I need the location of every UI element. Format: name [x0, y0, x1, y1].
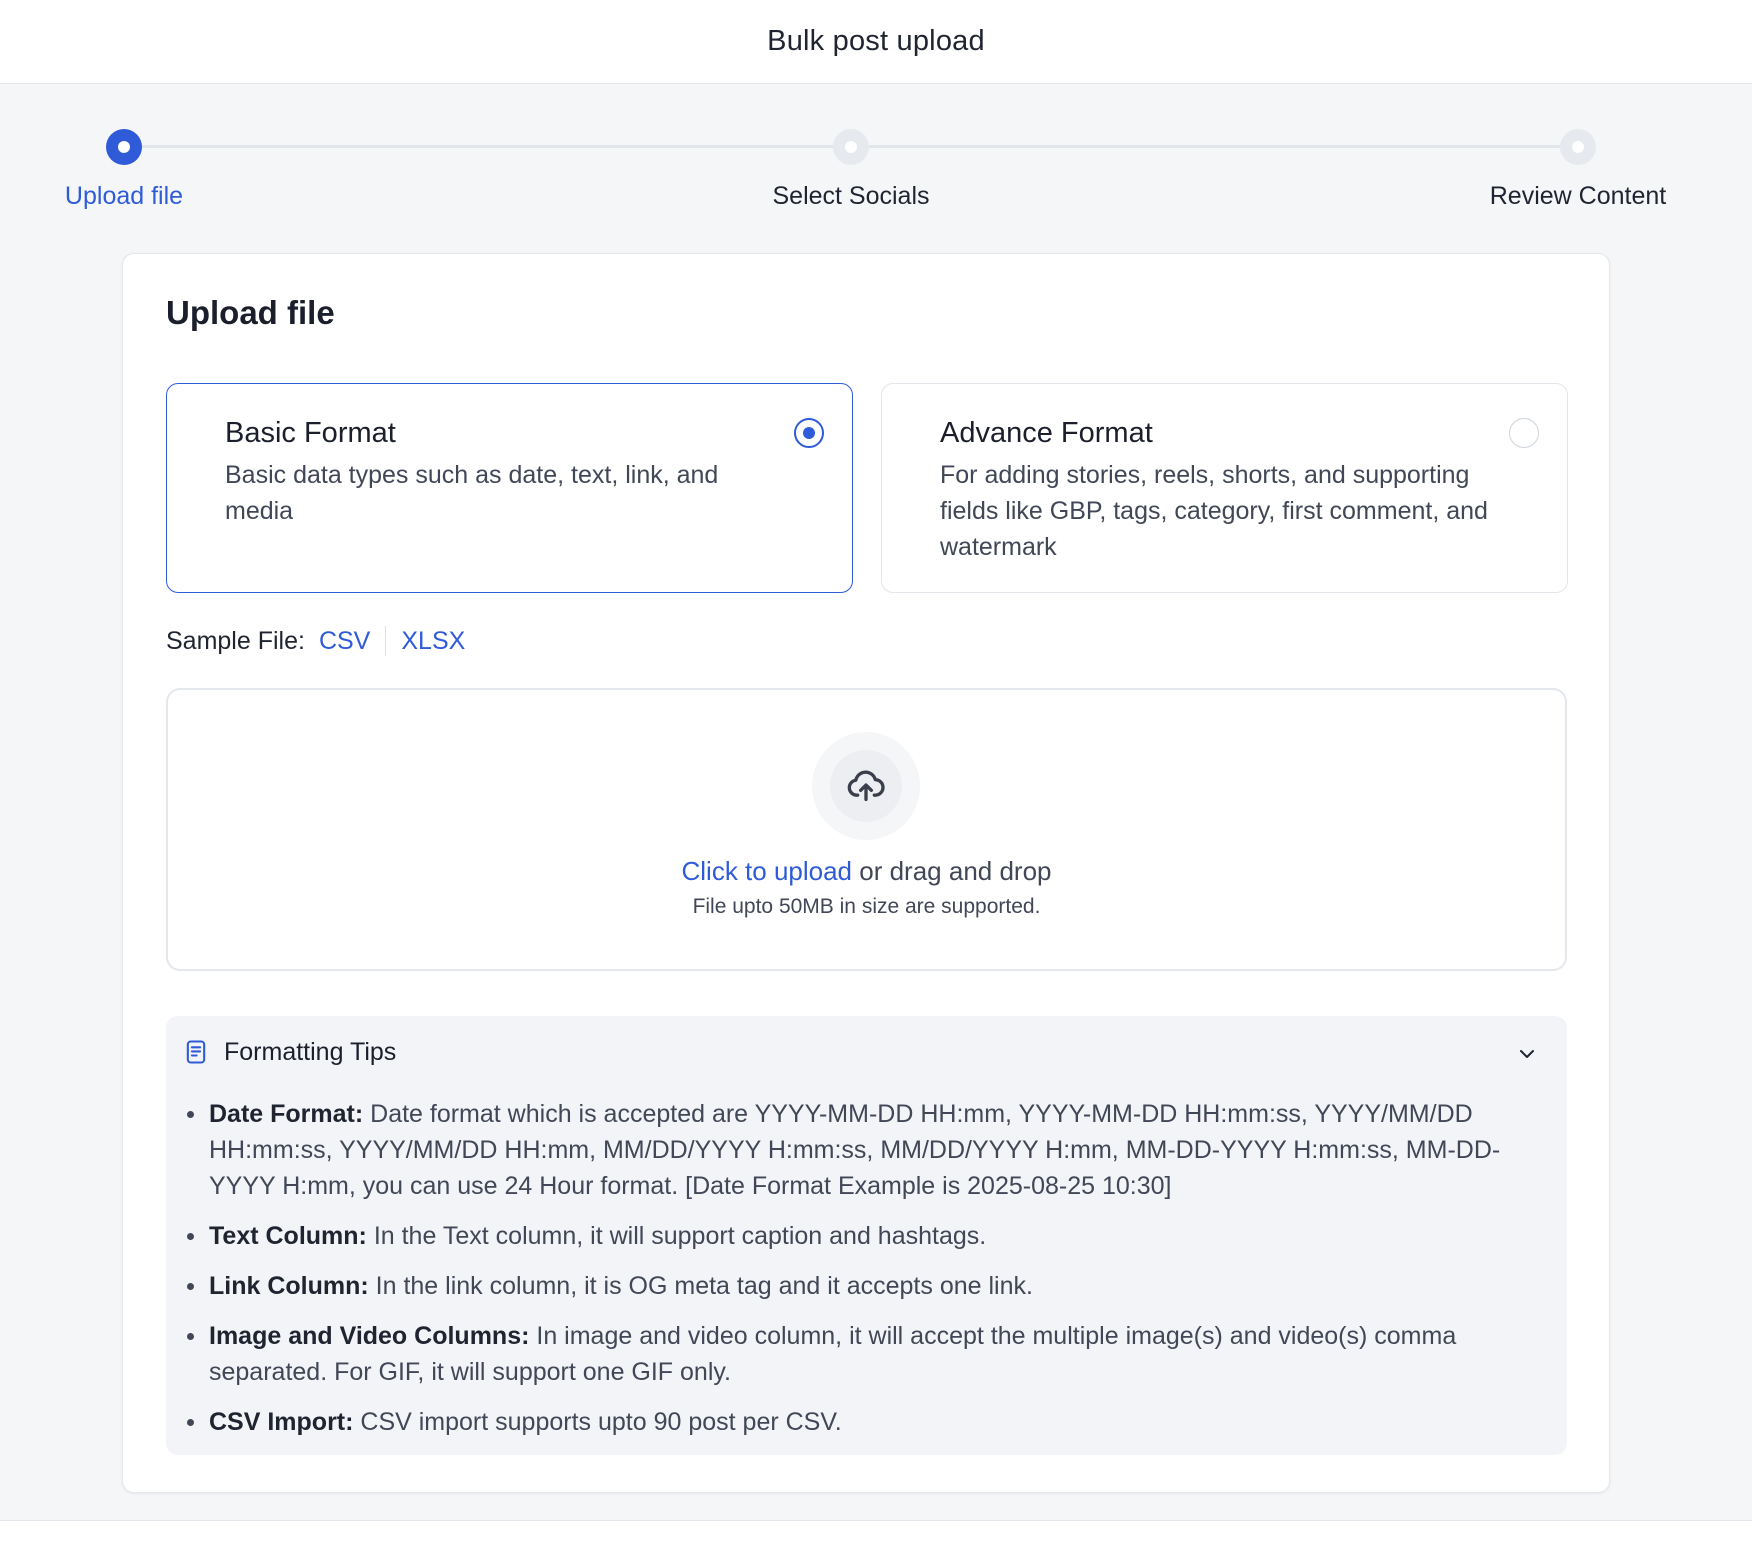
upload-instruction: Click to upload or drag and drop [168, 856, 1565, 887]
advance-format-radio[interactable] [1509, 418, 1539, 448]
tip-label: Link Column: [209, 1272, 369, 1300]
tip-text: Date format which is accepted are YYYY-M… [209, 1100, 1501, 1200]
basic-format-title: Basic Format [225, 417, 396, 449]
step-connector [869, 145, 1578, 148]
basic-format-description: Basic data types such as date, text, lin… [225, 461, 719, 525]
upload-icon-container[interactable] [812, 732, 920, 840]
top-bar: Bulk post upload [0, 0, 1752, 84]
file-dropzone[interactable]: Click to upload or drag and drop File up… [166, 688, 1567, 971]
formatting-tips-title: Formatting Tips [224, 1037, 397, 1066]
step-3-label[interactable]: Review Content [1490, 182, 1666, 211]
tip-label: Image and Video Columns: [209, 1322, 530, 1350]
advance-format-description: For adding stories, reels, shorts, and s… [940, 461, 1488, 561]
sample-separator [385, 626, 387, 656]
advance-format-option[interactable]: Advance Format For adding stories, reels… [881, 383, 1568, 593]
tip-text: CSV import supports upto 90 post per CSV… [353, 1408, 842, 1436]
sample-csv-link[interactable]: CSV [319, 627, 370, 656]
card-title: Upload file [166, 294, 335, 331]
step-3-indicator[interactable] [1560, 129, 1596, 165]
tip-item-media-columns: Image and Video Columns: In image and vi… [185, 1318, 1545, 1390]
advance-format-title: Advance Format [940, 417, 1153, 449]
step-2-indicator[interactable] [833, 129, 869, 165]
stepper: Upload file Select Socials Review Conten… [0, 120, 1752, 230]
drag-drop-text: or drag and drop [852, 856, 1052, 886]
formatting-tips-list: Date Format: Date format which is accept… [185, 1096, 1545, 1454]
step-2-label[interactable]: Select Socials [772, 182, 929, 211]
tip-item-text-column: Text Column: In the Text column, it will… [185, 1218, 1545, 1254]
tip-item-link-column: Link Column: In the link column, it is O… [185, 1268, 1545, 1304]
upload-size-hint: File upto 50MB in size are supported. [692, 895, 1041, 918]
formatting-tips-panel: Formatting Tips Date Format: Date format… [166, 1016, 1567, 1455]
page-title: Bulk post upload [767, 25, 985, 57]
sample-file-label: Sample File: [166, 626, 305, 655]
tip-text: In the link column, it is OG meta tag an… [368, 1272, 1033, 1300]
tip-item-csv-import: CSV Import: CSV import supports upto 90 … [185, 1404, 1545, 1440]
formatting-tips-header[interactable]: Formatting Tips [182, 1032, 1551, 1072]
chevron-down-icon[interactable] [1515, 1042, 1539, 1066]
step-connector [142, 145, 851, 148]
tip-item-date-format: Date Format: Date format which is accept… [185, 1096, 1545, 1204]
sample-file-row: Sample File: CSV XLSX [166, 626, 465, 656]
step-1-indicator[interactable] [106, 129, 142, 165]
upload-cloud-icon [847, 770, 885, 801]
basic-format-radio[interactable] [794, 418, 824, 448]
upload-card: Upload file Basic Format Basic data type… [122, 253, 1610, 1493]
tip-label: CSV Import: [209, 1408, 354, 1436]
sample-xlsx-link[interactable]: XLSX [401, 627, 465, 656]
document-icon [186, 1040, 206, 1064]
basic-format-option[interactable]: Basic Format Basic data types such as da… [166, 383, 853, 593]
click-to-upload-link[interactable]: Click to upload [681, 856, 852, 886]
tip-label: Text Column: [209, 1222, 367, 1250]
tip-label: Date Format: [209, 1100, 364, 1128]
footer [0, 1521, 1752, 1564]
tip-text: In the Text column, it will support capt… [366, 1222, 987, 1250]
step-1-label[interactable]: Upload file [65, 182, 183, 211]
